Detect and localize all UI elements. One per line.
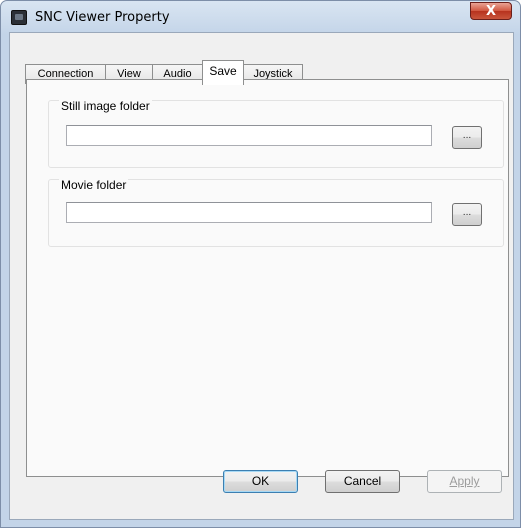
title-bar[interactable]: SNC Viewer Property X bbox=[1, 1, 520, 33]
apply-button[interactable]: Apply bbox=[427, 470, 502, 493]
app-camera-icon bbox=[11, 10, 27, 25]
still-image-folder-group: Still image folder ... bbox=[48, 99, 504, 168]
still-image-browse-button[interactable]: ... bbox=[452, 126, 482, 149]
apply-button-label: Apply bbox=[449, 474, 480, 488]
cancel-button[interactable]: Cancel bbox=[325, 470, 400, 493]
window-title: SNC Viewer Property bbox=[35, 10, 170, 25]
movie-folder-group: Movie folder ... bbox=[48, 178, 504, 247]
movie-folder-input[interactable] bbox=[66, 202, 432, 223]
save-tab-panel: Still image folder ... Movie folder ... bbox=[26, 79, 509, 477]
ok-button[interactable]: OK bbox=[223, 470, 298, 493]
still-image-folder-input[interactable] bbox=[66, 125, 432, 146]
close-button[interactable]: X bbox=[470, 2, 512, 20]
tab-save[interactable]: Save bbox=[202, 60, 244, 85]
movie-folder-label: Movie folder bbox=[59, 178, 129, 192]
still-image-folder-label: Still image folder bbox=[59, 99, 152, 113]
movie-browse-button[interactable]: ... bbox=[452, 203, 482, 226]
